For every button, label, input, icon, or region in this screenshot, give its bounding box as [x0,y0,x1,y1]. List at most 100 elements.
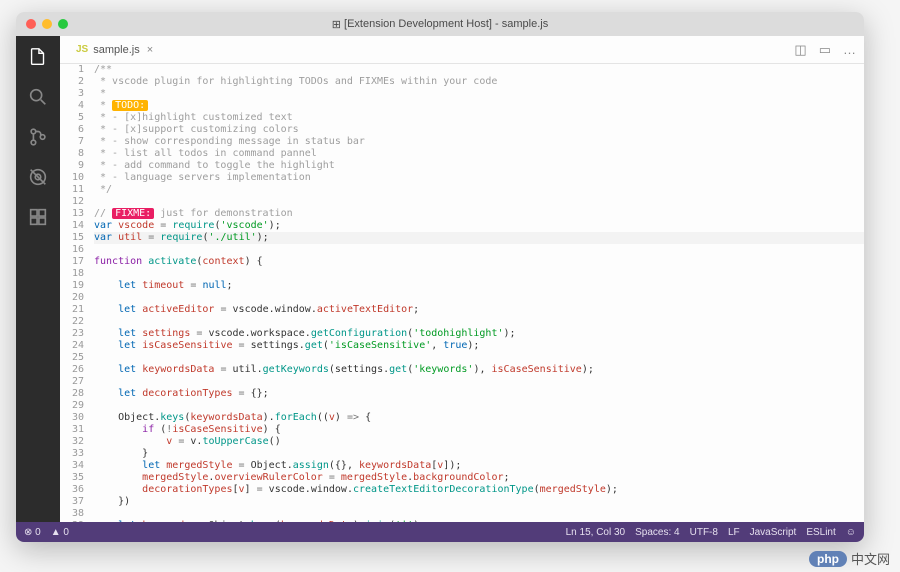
line-number: 33 [60,448,84,460]
maximize-window-button[interactable] [58,19,68,29]
code-line[interactable]: * - [x]highlight customized text [94,112,864,124]
close-window-button[interactable] [26,19,36,29]
code-line[interactable]: decorationTypes[v] = vscode.window.creat… [94,484,864,496]
code-line[interactable]: if (!isCaseSensitive) { [94,424,864,436]
editor-area: JS sample.js × ◫ ▭ … 1234567891011121314… [60,36,864,522]
code-line[interactable]: } [94,448,864,460]
app-window: ⊞ [Extension Development Host] - sample.… [16,12,864,542]
close-tab-icon[interactable]: × [147,44,153,56]
code-line[interactable] [94,268,864,280]
code-line[interactable]: let decorationTypes = {}; [94,388,864,400]
extensions-icon[interactable] [27,206,49,228]
window-controls [26,19,68,29]
line-number: 2 [60,76,84,88]
search-icon[interactable] [27,86,49,108]
code-line[interactable]: v = v.toUpperCase() [94,436,864,448]
source-control-icon[interactable] [27,126,49,148]
code-line[interactable] [94,244,864,256]
code-line[interactable]: let keywords = Object.keys(keywordsData)… [94,520,864,522]
status-eslint[interactable]: ESLint [806,527,835,538]
status-errors[interactable]: ⊗ 0 [24,527,41,538]
status-bar: ⊗ 0 ▲ 0 Ln 15, Col 30 Spaces: 4 UTF-8 LF… [16,522,864,542]
code-line[interactable]: var vscode = require('vscode'); [94,220,864,232]
status-warnings[interactable]: ▲ 0 [51,527,69,538]
php-badge: php [809,551,847,567]
line-number: 16 [60,244,84,256]
status-indentation[interactable]: Spaces: 4 [635,527,679,538]
line-number: 26 [60,364,84,376]
status-cursor-position[interactable]: Ln 15, Col 30 [566,527,626,538]
code-line[interactable]: var util = require('./util'); [94,232,864,244]
code-line[interactable] [94,316,864,328]
line-number: 8 [60,148,84,160]
status-language[interactable]: JavaScript [750,527,797,538]
line-number: 19 [60,280,84,292]
tab-bar: JS sample.js × ◫ ▭ … [60,36,864,64]
status-encoding[interactable]: UTF-8 [690,527,718,538]
minimize-window-button[interactable] [42,19,52,29]
code-line[interactable]: * - list all todos in command pannel [94,148,864,160]
line-number: 37 [60,496,84,508]
code-line[interactable]: let activeEditor = vscode.window.activeT… [94,304,864,316]
code-line[interactable]: * - [x]support customizing colors [94,124,864,136]
line-number: 15 [60,232,84,244]
line-number: 30 [60,412,84,424]
code-line[interactable]: * - show corresponding message in status… [94,136,864,148]
line-number: 21 [60,304,84,316]
code-line[interactable] [94,376,864,388]
more-actions-icon[interactable]: … [843,42,856,58]
code-content[interactable]: /** * vscode plugin for highlighting TOD… [94,64,864,522]
split-editor-icon[interactable]: ◫ [794,42,806,58]
code-line[interactable]: function activate(context) { [94,256,864,268]
code-line[interactable] [94,352,864,364]
code-line[interactable]: * TODO: [94,100,864,112]
line-number: 34 [60,460,84,472]
line-number: 4 [60,100,84,112]
status-feedback-icon[interactable]: ☺ [846,527,856,538]
line-number: 28 [60,388,84,400]
tab-actions: ◫ ▭ … [794,42,856,58]
code-line[interactable]: let isCaseSensitive = settings.get('isCa… [94,340,864,352]
code-line[interactable]: let settings = vscode.workspace.getConfi… [94,328,864,340]
status-eol[interactable]: LF [728,527,740,538]
code-line[interactable]: * vscode plugin for highlighting TODOs a… [94,76,864,88]
line-number: 25 [60,352,84,364]
code-line[interactable] [94,508,864,520]
code-line[interactable] [94,292,864,304]
vscode-logo-icon: ⊞ [332,18,341,31]
line-number: 29 [60,400,84,412]
workspace: JS sample.js × ◫ ▭ … 1234567891011121314… [16,36,864,522]
watermark: php 中文网 [809,549,890,568]
code-line[interactable]: */ [94,184,864,196]
code-line[interactable]: Object.keys(keywordsData).forEach((v) =>… [94,412,864,424]
line-number: 11 [60,184,84,196]
code-line[interactable]: /** [94,64,864,76]
code-line[interactable]: * - add command to toggle the highlight [94,160,864,172]
explorer-icon[interactable] [27,46,49,68]
code-line[interactable]: * - language servers implementation [94,172,864,184]
code-line[interactable]: }) [94,496,864,508]
line-number: 18 [60,268,84,280]
code-line[interactable]: let keywordsData = util.getKeywords(sett… [94,364,864,376]
code-line[interactable]: let mergedStyle = Object.assign({}, keyw… [94,460,864,472]
watermark-text: 中文网 [851,549,890,568]
code-line[interactable] [94,196,864,208]
line-number: 3 [60,88,84,100]
layout-icon[interactable]: ▭ [819,42,831,58]
code-line[interactable] [94,400,864,412]
tab-sample-js[interactable]: JS sample.js × [68,36,161,63]
line-number: 24 [60,340,84,352]
code-line[interactable]: mergedStyle.overviewRulerColor = mergedS… [94,472,864,484]
js-file-icon: JS [76,44,88,55]
line-number: 10 [60,172,84,184]
code-line[interactable]: * [94,88,864,100]
titlebar[interactable]: ⊞ [Extension Development Host] - sample.… [16,12,864,36]
window-title: ⊞ [Extension Development Host] - sample.… [332,18,548,31]
debug-icon[interactable] [27,166,49,188]
window-title-text: [Extension Development Host] - sample.js [344,18,548,30]
code-line[interactable]: let timeout = null; [94,280,864,292]
code-line[interactable]: // FIXME: just for demonstration [94,208,864,220]
line-number: 23 [60,328,84,340]
line-number: 5 [60,112,84,124]
code-editor[interactable]: 1234567891011121314151617181920212223242… [60,64,864,522]
